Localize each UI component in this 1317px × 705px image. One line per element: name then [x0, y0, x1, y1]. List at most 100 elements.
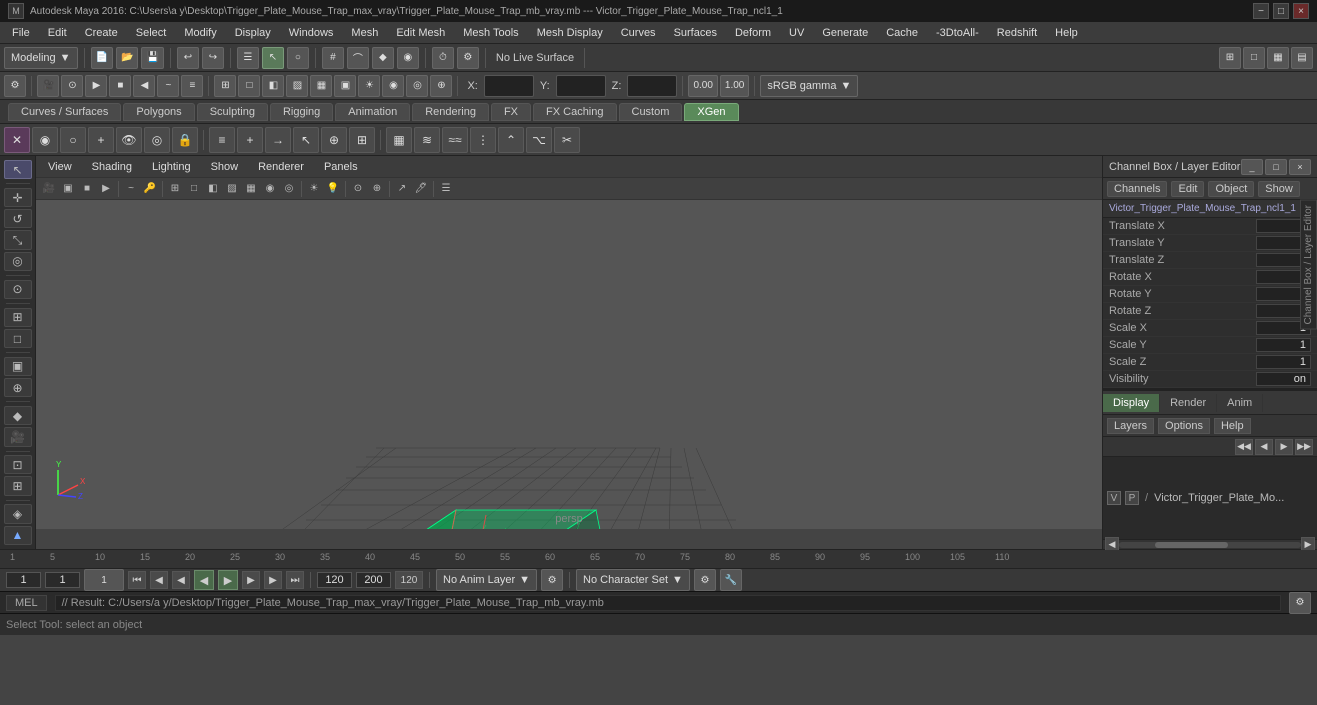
select-by-name-btn[interactable]: ☰: [237, 47, 259, 69]
menu-mesh-display[interactable]: Mesh Display: [529, 25, 611, 41]
scrollbar-thumb[interactable]: [1155, 542, 1228, 548]
tab-xgen[interactable]: XGen: [684, 103, 738, 121]
xgen-icon7[interactable]: ✂: [554, 127, 580, 153]
menu-deform[interactable]: Deform: [727, 25, 779, 41]
camera-view-btn[interactable]: 🎥: [4, 427, 32, 446]
hide-btn[interactable]: □: [4, 329, 32, 348]
undo-btn[interactable]: ↩: [177, 47, 199, 69]
history-btn[interactable]: ⏱: [432, 47, 454, 69]
shaded-btn[interactable]: ◧: [262, 75, 284, 97]
rb-v-checkbox[interactable]: V: [1107, 491, 1121, 505]
channel-box-layer-editor-tab[interactable]: Channel Box / Layer Editor: [1300, 200, 1317, 330]
soft-select-btn[interactable]: ⊙: [4, 280, 32, 299]
shadows-btn[interactable]: ◉: [382, 75, 404, 97]
tl-frame-slider[interactable]: 1: [84, 569, 124, 591]
cb-show-menu[interactable]: Show: [1258, 181, 1300, 197]
menu-3dto[interactable]: -3DtoAll-: [928, 25, 987, 41]
window-controls[interactable]: − □ ×: [1253, 3, 1309, 19]
menu-modify[interactable]: Modify: [176, 25, 224, 41]
stop-btn[interactable]: ■: [109, 75, 131, 97]
rb-nav-right[interactable]: ▶: [1275, 439, 1293, 455]
transform-btn[interactable]: ⊕: [321, 127, 347, 153]
viewport-single-btn[interactable]: □: [1243, 47, 1265, 69]
xgen-icon2[interactable]: ≋: [414, 127, 440, 153]
vp-hud-btn[interactable]: ☰: [437, 180, 455, 198]
workspace-dropdown[interactable]: Modeling ▼: [4, 47, 78, 69]
coord-x-input[interactable]: [484, 75, 534, 97]
tl-playback-start-input[interactable]: [317, 572, 352, 588]
viewport-menu-panels[interactable]: Panels: [316, 159, 366, 175]
cb-visibility-input[interactable]: [1256, 372, 1311, 386]
tl-prev-key-btn[interactable]: ◀: [150, 571, 168, 589]
xgen-icon6[interactable]: ⌥: [526, 127, 552, 153]
vp-camera-btn[interactable]: 🎥: [40, 180, 58, 198]
viewport-menu-renderer[interactable]: Renderer: [250, 159, 312, 175]
snap-btn[interactable]: ⊞: [349, 127, 375, 153]
vp-smooth-btn[interactable]: ◧: [204, 180, 222, 198]
tl-play-fwd-btn[interactable]: ▶: [218, 570, 238, 590]
plus2-btn[interactable]: +: [237, 127, 263, 153]
vp-stop-btn[interactable]: ■: [78, 180, 96, 198]
viewport-menu-show[interactable]: Show: [203, 159, 247, 175]
close-button[interactable]: ×: [1293, 3, 1309, 19]
menu-curves[interactable]: Curves: [613, 25, 664, 41]
snap-curve-btn[interactable]: ⌒: [347, 47, 369, 69]
xgen-icon5[interactable]: ⌃: [498, 127, 524, 153]
vp-wire-btn[interactable]: □: [185, 180, 203, 198]
snap-grid-btn[interactable]: #: [322, 47, 344, 69]
frame-back-btn[interactable]: ◀: [133, 75, 155, 97]
tl-anim-options-btn[interactable]: ⚙: [541, 569, 563, 591]
shaded-wire-btn[interactable]: ▨: [286, 75, 308, 97]
lasso-btn[interactable]: ○: [287, 47, 309, 69]
tab-fx-caching[interactable]: FX Caching: [533, 103, 616, 121]
lights-btn[interactable]: ☀: [358, 75, 380, 97]
vp-shadow-btn[interactable]: ☀: [305, 180, 323, 198]
select-btn[interactable]: ↖: [262, 47, 284, 69]
open-scene-btn[interactable]: 📂: [116, 47, 138, 69]
scale-tool-btn[interactable]: ⤡: [4, 230, 32, 249]
vp-paint-btn[interactable]: 🖊: [412, 180, 430, 198]
eye2-btn[interactable]: ◎: [144, 127, 170, 153]
tab-sculpting[interactable]: Sculpting: [197, 103, 268, 121]
tl-go-start-btn[interactable]: ⏮: [128, 571, 146, 589]
minimize-button[interactable]: −: [1253, 3, 1269, 19]
menu-display[interactable]: Display: [227, 25, 279, 41]
xgen-icon1[interactable]: ▦: [386, 127, 412, 153]
vp-solid-btn[interactable]: ▨: [223, 180, 241, 198]
settings-btn[interactable]: ⚙: [4, 75, 26, 97]
cb-close-btn[interactable]: ×: [1289, 159, 1311, 175]
snap-point-btn[interactable]: ◆: [372, 47, 394, 69]
scrollbar-track[interactable]: [1119, 542, 1301, 548]
cb-expand-btn[interactable]: □: [1265, 159, 1287, 175]
bottom-btn1[interactable]: ⊡: [4, 455, 32, 474]
new-scene-btn[interactable]: 📄: [91, 47, 113, 69]
tab-rendering[interactable]: Rendering: [412, 103, 489, 121]
viewport-menu-view[interactable]: View: [40, 159, 80, 175]
menu-create[interactable]: Create: [77, 25, 126, 41]
xgen-icon3[interactable]: ≈≈: [442, 127, 468, 153]
tab-rigging[interactable]: Rigging: [270, 103, 333, 121]
tab-custom[interactable]: Custom: [619, 103, 683, 121]
tl-char-options-btn[interactable]: ⚙: [694, 569, 716, 591]
status-settings-btn[interactable]: ⚙: [1289, 592, 1311, 614]
tl-play-back-btn[interactable]: ◀: [194, 570, 214, 590]
paint-tool-btn[interactable]: ◉: [32, 127, 58, 153]
vp-light-btn[interactable]: 💡: [324, 180, 342, 198]
camera2-btn[interactable]: ⊙: [61, 75, 83, 97]
show-manip-btn[interactable]: ⊞: [4, 308, 32, 327]
menu-edit[interactable]: Edit: [40, 25, 75, 41]
tl-next-frame-btn[interactable]: ▶: [242, 571, 260, 589]
tl-total-frames-btn[interactable]: 120: [395, 571, 423, 589]
viewport-menu-lighting[interactable]: Lighting: [144, 159, 199, 175]
rb-help-btn[interactable]: Help: [1214, 418, 1251, 434]
move-tool-btn[interactable]: ✛: [4, 188, 32, 207]
coord-y-input[interactable]: [556, 75, 606, 97]
maximize-button[interactable]: □: [1273, 3, 1289, 19]
arrow-btn[interactable]: →: [265, 127, 291, 153]
component1-btn[interactable]: ▣: [4, 357, 32, 376]
snap-pts-btn[interactable]: ◆: [4, 406, 32, 425]
vp-play-btn[interactable]: ▶: [97, 180, 115, 198]
menu-mesh-tools[interactable]: Mesh Tools: [455, 25, 526, 41]
tl-current-frame-input[interactable]: [45, 572, 80, 588]
brush-tool-btn[interactable]: ○: [60, 127, 86, 153]
